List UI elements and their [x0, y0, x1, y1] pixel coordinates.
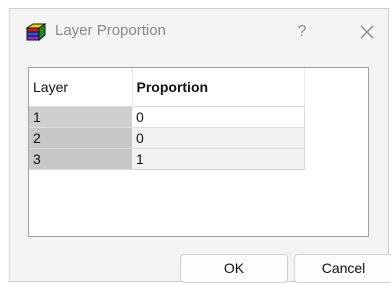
table-row: 2 0: [29, 126, 305, 148]
close-button[interactable]: [353, 19, 381, 45]
layer-cube-icon: [25, 22, 47, 42]
row-header-layer[interactable]: 3: [29, 147, 132, 170]
proportion-table: Layer Proportion 1 0 2 0 3 1: [29, 68, 305, 170]
col-header-layer[interactable]: Layer: [29, 68, 133, 106]
row-header-layer[interactable]: 2: [29, 126, 132, 148]
layer-proportion-dialog: Layer Proportion ? Layer Proportion 1 0: [9, 8, 391, 283]
close-icon: [360, 25, 374, 39]
window-title: Layer Proportion: [55, 22, 166, 39]
table-row: 3 1: [29, 147, 305, 170]
cancel-button[interactable]: Cancel: [294, 254, 391, 283]
proportion-cell[interactable]: 0: [132, 105, 305, 127]
title-bar: Layer Proportion ?: [10, 9, 388, 53]
proportion-table-frame: Layer Proportion 1 0 2 0 3 1: [28, 67, 369, 237]
proportion-cell[interactable]: 0: [132, 126, 305, 148]
table-header-row: Layer Proportion: [29, 68, 305, 106]
help-button[interactable]: ?: [290, 21, 314, 43]
col-header-proportion[interactable]: Proportion: [132, 68, 305, 106]
table-row: 1 0: [29, 105, 305, 127]
proportion-cell[interactable]: 1: [132, 147, 305, 170]
row-header-layer[interactable]: 1: [29, 105, 132, 127]
ok-button[interactable]: OK: [180, 254, 288, 283]
